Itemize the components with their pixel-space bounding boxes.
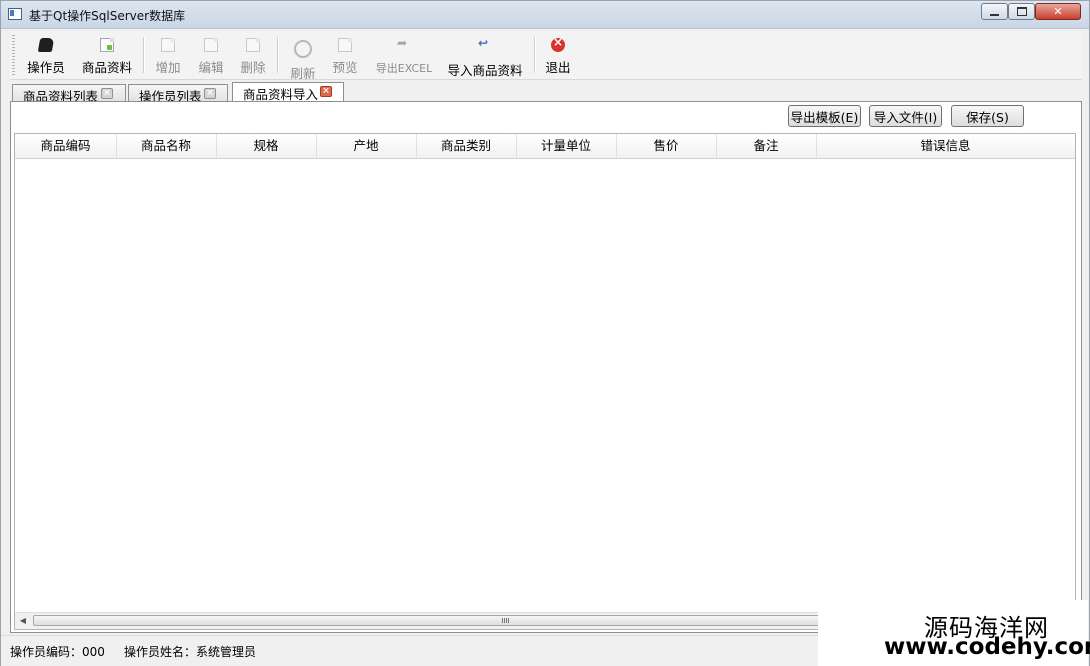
column-header[interactable]: 商品名称 — [116, 134, 217, 158]
add-label: 增加 — [155, 60, 181, 75]
column-header[interactable]: 规格 — [216, 134, 317, 158]
export-template-button[interactable]: 导出模板(E) — [788, 105, 861, 127]
exit-icon — [551, 35, 565, 52]
tab-operator-list[interactable]: 操作员列表 × — [128, 84, 228, 104]
import-table[interactable]: 商品编码 商品名称 规格 产地 商品类别 计量单位 售价 备注 错误信息 ◀ ▶ — [14, 133, 1076, 630]
close-button[interactable]: ✕ — [1035, 3, 1081, 20]
toolbar-separator — [277, 37, 279, 73]
column-header[interactable]: 产地 — [316, 134, 417, 158]
main-toolbar: 操作员 商品资料 增加 编辑 删除 刷新 预览 导 — [10, 31, 1082, 81]
edit-button[interactable]: 编辑 — [196, 33, 226, 77]
preview-doc-icon — [338, 38, 352, 52]
tab-product-list[interactable]: 商品资料列表 × — [12, 84, 126, 104]
thumb-grip — [502, 618, 510, 623]
scroll-left-icon[interactable]: ◀ — [18, 616, 28, 626]
column-header[interactable]: 售价 — [616, 134, 717, 158]
product-doc-icon — [100, 38, 114, 52]
export-excel-label: 导出EXCEL — [375, 62, 433, 75]
operator-label: 操作员 — [27, 60, 65, 75]
import-arrow-icon — [478, 36, 492, 55]
import-file-button[interactable]: 导入文件(I) — [869, 105, 942, 127]
window-title: 基于Qt操作SqlServer数据库 — [29, 9, 186, 23]
operator-icon — [37, 38, 55, 52]
delete-button[interactable]: 删除 — [238, 33, 268, 77]
toolbar-separator — [143, 37, 145, 73]
delete-label: 删除 — [240, 60, 266, 75]
exit-button[interactable]: 退出 — [543, 33, 573, 77]
maximize-button[interactable] — [1008, 3, 1035, 20]
operator-button[interactable]: 操作员 — [24, 33, 68, 77]
column-header[interactable]: 计量单位 — [516, 134, 617, 158]
column-header[interactable]: 商品编码 — [15, 134, 117, 158]
add-doc-icon — [161, 38, 175, 52]
product-info-label: 商品资料 — [81, 60, 132, 75]
toolbar-separator — [534, 37, 536, 73]
product-info-button[interactable]: 商品资料 — [80, 33, 134, 77]
export-arrow-icon — [397, 36, 411, 55]
refresh-icon — [294, 40, 312, 58]
column-header[interactable]: 商品类别 — [416, 134, 517, 158]
save-button[interactable]: 保存(S) — [951, 105, 1024, 127]
operator-name-status: 操作员姓名：系统管理员 — [124, 645, 257, 659]
tab-bar: 商品资料列表 × 操作员列表 × 商品资料导入 × — [10, 82, 1082, 104]
refresh-button[interactable]: 刷新 — [288, 33, 318, 81]
close-icon: ✕ — [1053, 5, 1063, 18]
table-header: 商品编码 商品名称 规格 产地 商品类别 计量单位 售价 备注 错误信息 — [15, 134, 1075, 159]
toolbar-grip[interactable] — [12, 35, 15, 75]
import-product-label: 导入商品资料 — [447, 63, 523, 78]
add-button[interactable]: 增加 — [153, 33, 183, 77]
preview-label: 预览 — [332, 60, 358, 75]
tab-close-icon[interactable]: × — [320, 86, 332, 97]
tab-label: 商品资料导入 — [243, 87, 319, 102]
operator-code-status: 操作员编码：000 — [10, 645, 105, 659]
tab-close-icon[interactable]: × — [101, 88, 113, 99]
main-window: 基于Qt操作SqlServer数据库 ✕ 操作员 商品资料 增加 编辑 删除 刷… — [0, 0, 1090, 666]
minimize-button[interactable] — [981, 3, 1008, 20]
title-bar[interactable]: 基于Qt操作SqlServer数据库 ✕ — [1, 1, 1089, 29]
maximize-icon — [1016, 7, 1027, 16]
minimize-icon — [990, 14, 999, 16]
column-header[interactable]: 错误信息 — [816, 134, 1075, 158]
refresh-label: 刷新 — [290, 66, 316, 81]
column-header[interactable]: 备注 — [716, 134, 817, 158]
import-product-button[interactable]: 导入商品资料 — [446, 33, 524, 78]
app-window-icon — [8, 8, 22, 20]
tab-close-icon[interactable]: × — [204, 88, 216, 99]
edit-doc-icon — [204, 38, 218, 52]
export-excel-button[interactable]: 导出EXCEL — [373, 33, 435, 77]
preview-button[interactable]: 预览 — [330, 33, 360, 77]
tab-product-import[interactable]: 商品资料导入 × — [232, 82, 344, 103]
delete-doc-icon — [246, 38, 260, 52]
edit-label: 编辑 — [198, 60, 224, 75]
watermark-url: www.codehy.com — [884, 634, 1090, 660]
exit-label: 退出 — [545, 60, 571, 75]
